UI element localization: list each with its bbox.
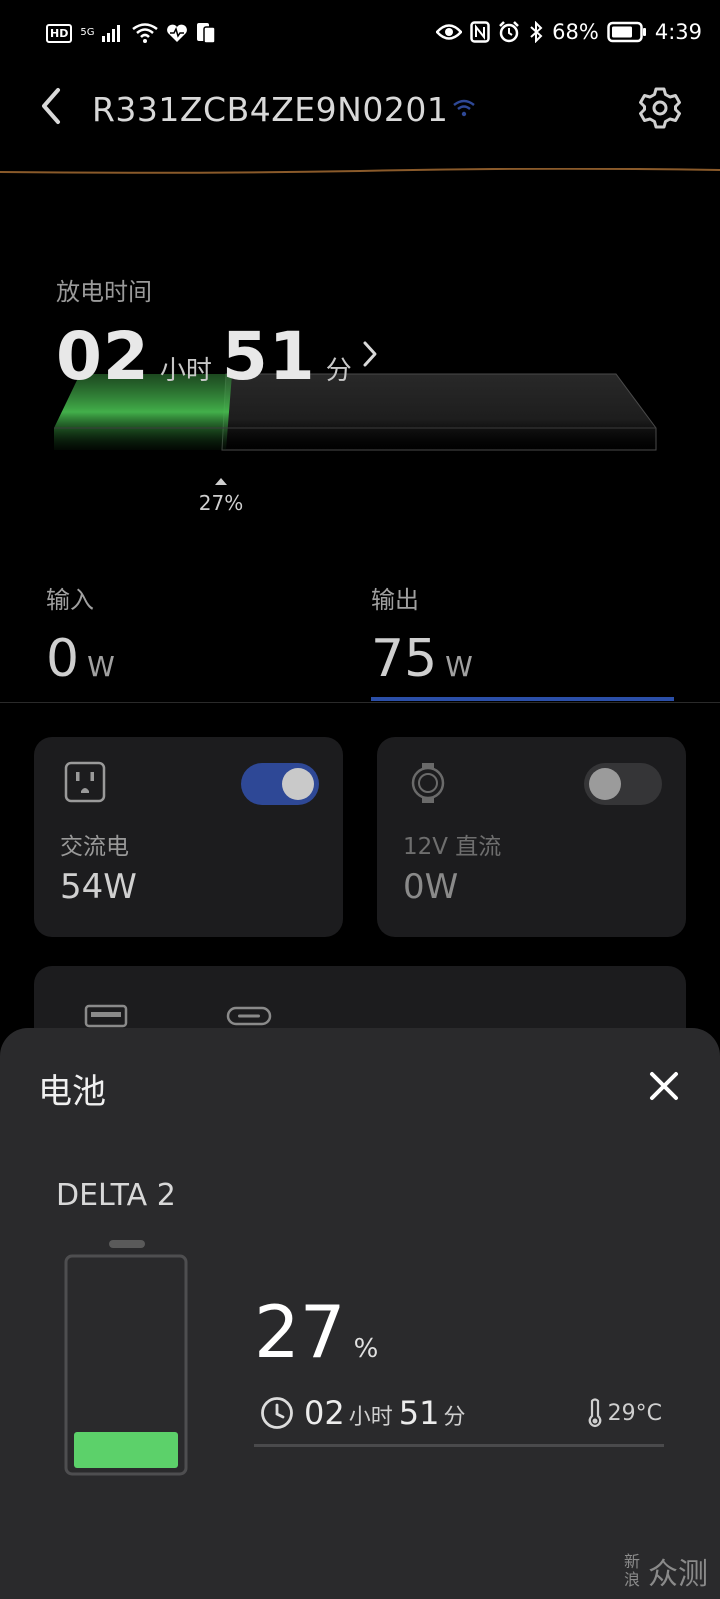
clock-time: 4:39 xyxy=(654,20,702,44)
battery-percent-marker: 27% xyxy=(196,478,246,515)
status-left: HD 5G xyxy=(46,22,217,44)
ac-outlet-icon xyxy=(64,761,106,803)
chevron-right-icon[interactable] xyxy=(360,338,380,370)
thermometer-icon xyxy=(588,1398,602,1428)
gear-icon xyxy=(639,87,681,129)
toggle-knob xyxy=(282,768,314,800)
app-header: R331ZCB4ZE9N0201 xyxy=(0,76,720,146)
bluetooth-icon xyxy=(530,21,543,43)
network-type: 5G xyxy=(80,27,95,38)
usb-c-icon xyxy=(226,1006,272,1026)
remaining-minutes: 51 xyxy=(398,1394,440,1432)
remaining-hours: 02 xyxy=(304,1394,345,1432)
eye-icon xyxy=(436,24,463,40)
input-label: 输入 xyxy=(46,586,94,614)
discharge-minutes-unit: 分 xyxy=(325,356,352,386)
battery-sheet: 电池 DELTA 2 27 % 02 小时 51 分 29°C 新浪 众测 xyxy=(0,1028,720,1599)
output-label: 输出 xyxy=(371,586,419,614)
output-tab-indicator xyxy=(371,697,674,701)
ac-output-card[interactable]: 交流电 54W xyxy=(34,737,343,937)
temperature-value: 29°C xyxy=(607,1400,662,1426)
discharge-hours-unit: 小时 xyxy=(159,356,212,386)
discharge-minutes: 51 xyxy=(221,318,316,395)
discharge-hours: 02 xyxy=(56,318,150,395)
status-right: 68% 4:39 xyxy=(436,20,702,44)
remaining-hours-unit: 小时 xyxy=(348,1405,393,1430)
clock-icon xyxy=(261,1397,293,1429)
marker-arrow-icon xyxy=(215,478,227,485)
device-title: R331ZCB4ZE9N0201 xyxy=(92,90,449,129)
dc-output-card[interactable]: 12V 直流 0W xyxy=(377,737,686,937)
alarm-icon xyxy=(499,21,520,43)
signal-icon xyxy=(102,25,121,42)
output-power: 75 xyxy=(371,629,438,689)
remaining-minutes-unit: 分 xyxy=(443,1405,466,1430)
dc-output-toggle[interactable] xyxy=(584,763,662,805)
settings-button[interactable] xyxy=(638,86,686,134)
battery-icon xyxy=(607,21,646,43)
health-heart-icon xyxy=(167,24,188,42)
battery-graphic xyxy=(64,1240,188,1476)
ac-output-value: 54W xyxy=(60,867,137,907)
usb-a-icon xyxy=(84,1004,128,1028)
watermark-small: 新浪 xyxy=(624,1552,641,1589)
output-unit: W xyxy=(445,650,473,683)
dc-output-label: 12V 直流 xyxy=(403,834,502,860)
back-button[interactable] xyxy=(36,86,76,136)
input-tab[interactable]: 输入 0 W xyxy=(46,580,115,689)
phone-clone-icon xyxy=(197,23,217,44)
wifi-icon xyxy=(132,23,159,43)
car-outlet-icon xyxy=(411,763,445,803)
device-wifi-icon xyxy=(453,99,475,117)
battery-temperature: 29°C xyxy=(586,1398,662,1428)
remaining-time: 02 小时 51 分 xyxy=(260,1394,471,1432)
input-power: 0 xyxy=(46,629,80,689)
close-button[interactable] xyxy=(644,1066,684,1106)
watermark: 新浪 众测 xyxy=(624,1549,708,1593)
battery-percent-value: 27 xyxy=(254,1290,346,1374)
dc-output-value: 0W xyxy=(403,867,459,907)
chevron-left-icon xyxy=(42,88,60,124)
discharge-time-label: 放电时间 xyxy=(56,278,152,306)
device-model: DELTA 2 xyxy=(56,1178,176,1213)
output-tab[interactable]: 输出 75 W xyxy=(371,580,473,689)
battery-percent-marker-text: 27% xyxy=(198,491,244,515)
sheet-title: 电池 xyxy=(38,1072,106,1112)
watermark-big: 众测 xyxy=(648,1557,708,1592)
battery-percent-text: 68% xyxy=(552,20,599,44)
nfc-icon xyxy=(470,21,490,43)
battery-percent-symbol: % xyxy=(353,1334,379,1364)
header-accent-line xyxy=(0,168,720,174)
battery-percent: 27 % xyxy=(254,1290,378,1374)
ac-output-toggle[interactable] xyxy=(241,763,319,805)
toggle-knob xyxy=(589,768,621,800)
hd-icon: HD xyxy=(46,23,73,43)
output-value: 75 W xyxy=(371,629,473,689)
input-unit: W xyxy=(87,650,115,683)
sheet-divider xyxy=(254,1444,664,1447)
close-icon xyxy=(650,1072,678,1100)
status-bar: HD 5G 68% 4:39 xyxy=(0,0,720,70)
input-value: 0 W xyxy=(46,629,115,689)
io-divider xyxy=(0,702,720,703)
ac-output-label: 交流电 xyxy=(60,834,129,860)
discharge-time[interactable]: 02 小时 51 分 xyxy=(56,318,362,395)
